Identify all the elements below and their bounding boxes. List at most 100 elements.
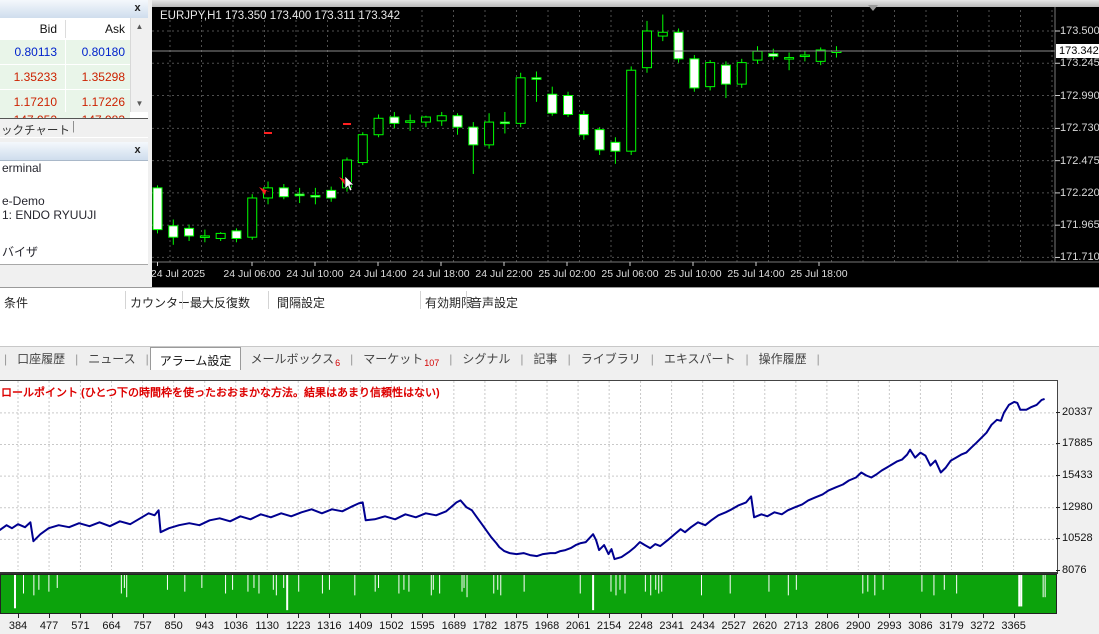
ask-value: 1.35298 <box>82 70 125 84</box>
axis-tick <box>485 614 486 618</box>
tick-chart-tab[interactable]: ックチャート | <box>0 119 148 137</box>
alarm-column-header[interactable]: 間隔設定 <box>277 294 325 311</box>
tester-y-label: 20337 <box>1062 406 1093 418</box>
tester-x-label: 3086 <box>908 620 932 632</box>
tab-label: メールボックス <box>250 352 334 366</box>
scroll-down-icon[interactable]: ▼ <box>133 97 146 110</box>
tester-y-label: 15433 <box>1062 469 1093 481</box>
market-watch-header[interactable]: Bid Ask <box>0 18 130 41</box>
market-watch-row[interactable]: 1.35233 1.35298 <box>0 65 130 90</box>
tester-x-label: 1036 <box>224 620 248 632</box>
bid-value: 1.35233 <box>14 70 57 84</box>
tab-3[interactable]: メールボックス6 <box>241 347 349 372</box>
tester-x-label: 2993 <box>877 620 901 632</box>
axis-tick <box>951 614 952 618</box>
alarm-column-header[interactable]: 音声設定 <box>470 294 518 311</box>
tab-label: シグナル <box>462 352 510 366</box>
tab-label: 記事 <box>534 352 558 366</box>
tester-x-label: 571 <box>71 620 89 632</box>
axis-tick <box>765 614 766 618</box>
tester-x-label: 2713 <box>784 620 808 632</box>
navigator-panel: x erminale-Demo1: ENDO RYUUJIバイザ ▲ ▼ <box>0 142 148 265</box>
close-icon[interactable]: x <box>131 144 144 157</box>
column-divider <box>268 291 269 309</box>
ask-value: 0.80180 <box>82 45 125 59</box>
axis-tick <box>49 614 50 618</box>
chart-window: EURJPY,H1 173.350 173.400 173.311 173.34… <box>152 0 1099 287</box>
tester-x-label: 664 <box>102 620 120 632</box>
axis-tick <box>112 614 113 618</box>
column-divider <box>466 291 467 309</box>
tab-7[interactable]: ライブラリ <box>572 347 650 371</box>
market-watch-panel: x Bid Ask 0.801130.80180 1.35233 1.352981.… <box>0 0 148 138</box>
terminal-tabbar: |口座履歴|ニュース|アラーム設定メールボックス6|マーケット107|シグナル|… <box>0 346 1099 371</box>
navigator-item[interactable]: erminal <box>2 161 41 175</box>
tab-1[interactable]: ニュース <box>79 347 144 371</box>
scroll-up-icon[interactable]: ▲ <box>133 20 146 33</box>
tester-plot[interactable] <box>0 380 1058 574</box>
market-watch-scrollbar[interactable]: ▲ ▼ <box>130 18 149 112</box>
tab-6[interactable]: 記事 <box>525 347 567 371</box>
tab-separator: | <box>72 121 75 133</box>
column-divider <box>420 291 421 309</box>
navigator-item[interactable]: e-Demo <box>2 194 45 208</box>
tab-label: エキスパート <box>664 352 736 366</box>
tester-x-label: 3179 <box>939 620 963 632</box>
tab-label: アラーム設定 <box>160 354 232 368</box>
tab-separator: | <box>0 352 8 366</box>
tester-x-label: 477 <box>40 620 58 632</box>
lots-histogram-svg <box>1 575 1056 613</box>
axis-tick <box>18 614 19 618</box>
axis-tick <box>1056 443 1060 444</box>
tab-active-2[interactable]: アラーム設定 <box>150 347 242 373</box>
tester-x-label: 1595 <box>410 620 434 632</box>
navigator-item[interactable]: バイザ <box>2 243 38 260</box>
tester-x-label: 757 <box>133 620 151 632</box>
tester-x-label: 2434 <box>690 620 714 632</box>
axis-tick <box>516 614 517 618</box>
market-watch-row[interactable]: 0.801130.80180 <box>0 40 130 65</box>
axis-tick <box>889 614 890 618</box>
tab-8[interactable]: エキスパート <box>655 347 745 371</box>
tab-0[interactable]: 口座履歴 <box>8 347 74 371</box>
axis-tick <box>1014 614 1015 618</box>
axis-tick <box>609 614 610 618</box>
mt4-window: x Bid Ask 0.801130.80180 1.35233 1.352981.… <box>0 0 1099 634</box>
axis-tick <box>143 614 144 618</box>
tester-x-label: 943 <box>196 620 214 632</box>
axis-tick <box>983 614 984 618</box>
tab-4[interactable]: マーケット107 <box>354 347 448 372</box>
axis-tick <box>1056 475 1060 476</box>
tab-5[interactable]: シグナル <box>453 347 519 371</box>
balance-curve-chart[interactable] <box>0 381 1057 570</box>
tab-label: ニュース <box>88 352 135 366</box>
ask-column-header[interactable]: Ask <box>105 22 125 36</box>
axis-tick <box>391 614 392 618</box>
tester-x-label: 3365 <box>1001 620 1025 632</box>
bid-column-header[interactable]: Bid <box>40 22 57 36</box>
navigator-titlebar[interactable]: x <box>0 142 148 161</box>
axis-tick <box>547 614 548 618</box>
axis-tick <box>298 614 299 618</box>
candlestick-chart[interactable]: EURJPY,H1 173.350 173.400 173.311 173.34… <box>152 0 1099 287</box>
tick-chart-tab-label[interactable]: ックチャート <box>1 122 70 138</box>
close-icon[interactable]: x <box>131 2 144 15</box>
tab-badge: 6 <box>334 358 340 368</box>
tester-x-label: 1130 <box>255 620 279 632</box>
alarm-column-header[interactable]: 条件 <box>4 294 28 311</box>
tester-x-label: 850 <box>164 620 182 632</box>
market-watch-titlebar[interactable]: x <box>0 0 148 19</box>
axis-tick <box>734 614 735 618</box>
tester-x-label: 2154 <box>597 620 621 632</box>
alarm-column-header[interactable]: カウンター <box>130 294 190 311</box>
axis-tick <box>858 614 859 618</box>
tester-x-label: 2620 <box>753 620 777 632</box>
axis-tick <box>80 614 81 618</box>
navigator-item[interactable]: 1: ENDO RYUUJI <box>2 208 96 222</box>
lots-histogram[interactable] <box>0 574 1057 614</box>
alarm-column-header[interactable]: 最大反復数 <box>190 294 250 311</box>
tab-9[interactable]: 操作履歴 <box>750 347 816 371</box>
tester-x-label: 2341 <box>659 620 683 632</box>
column-divider <box>65 65 66 89</box>
column-divider <box>182 291 183 309</box>
